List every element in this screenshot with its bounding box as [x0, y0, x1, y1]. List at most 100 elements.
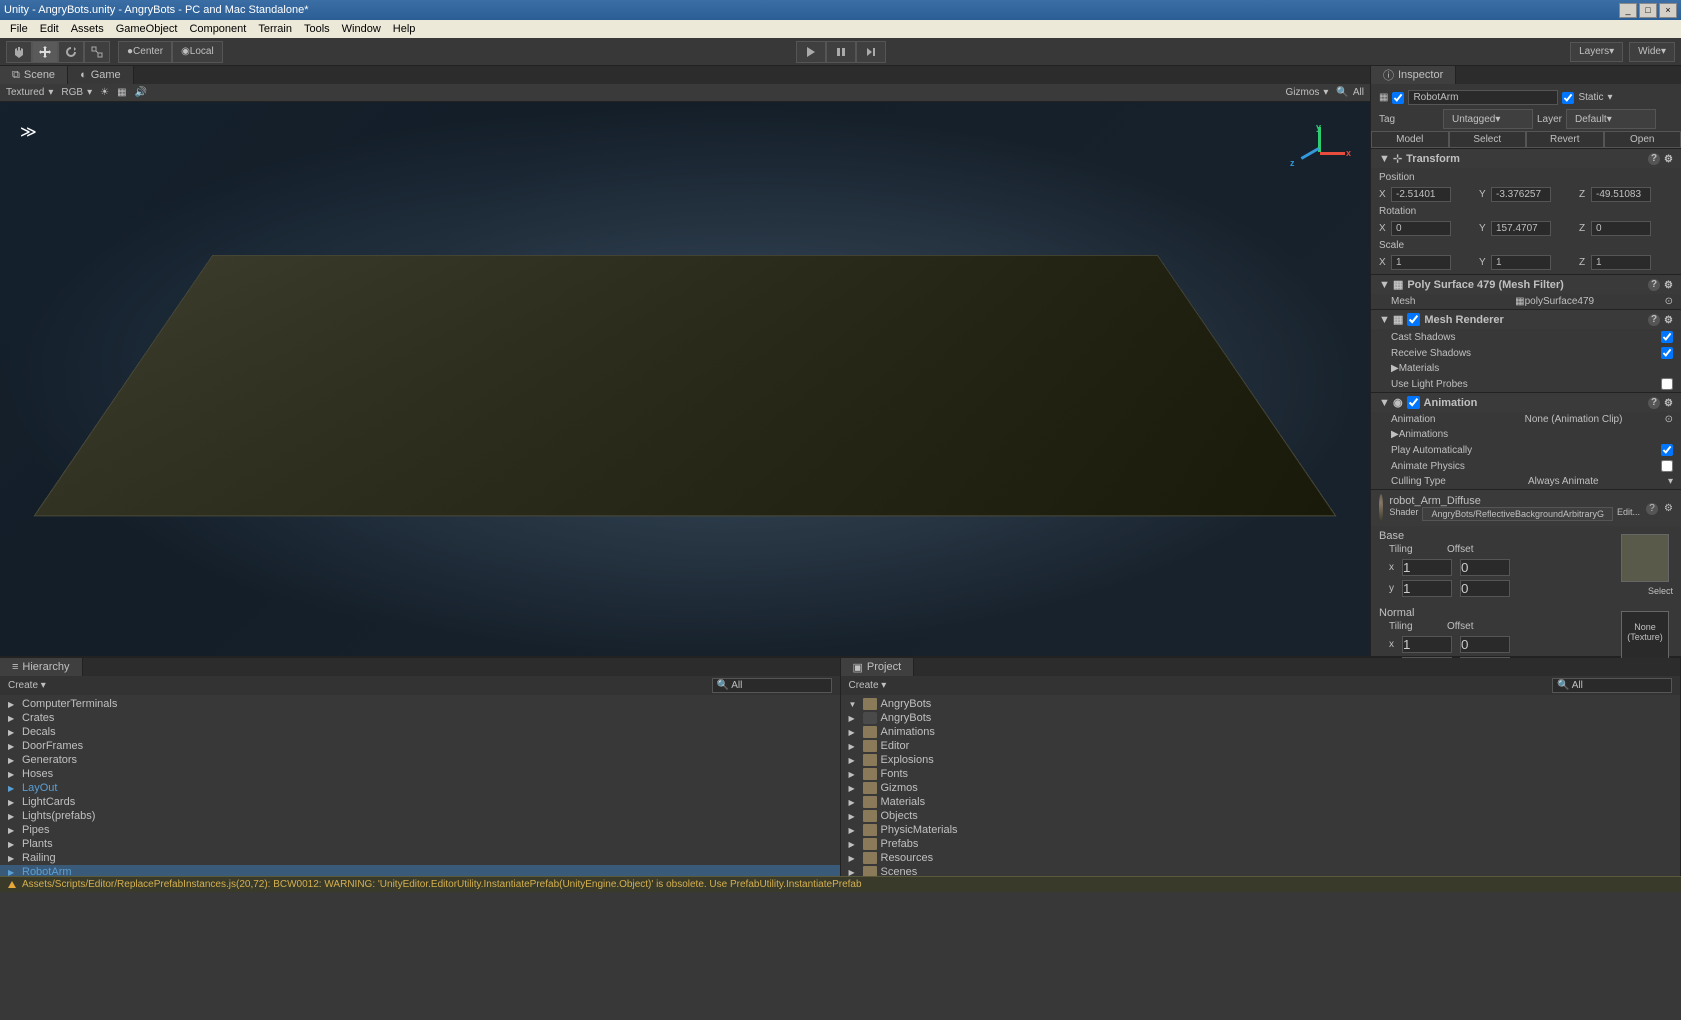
menu-edit[interactable]: Edit [34, 23, 65, 35]
edit-button[interactable]: Edit... [1617, 507, 1640, 521]
materials-label[interactable]: Materials [1399, 363, 1673, 374]
pivot-center-button[interactable]: ● Center [118, 41, 172, 63]
anim-value[interactable]: None (Animation Clip) [1525, 414, 1665, 425]
animation-enabled[interactable] [1407, 396, 1420, 409]
scl-x-field[interactable] [1391, 255, 1451, 270]
pos-x-field[interactable] [1391, 187, 1451, 202]
receive-shadows-checkbox[interactable] [1661, 347, 1673, 359]
play-auto-checkbox[interactable] [1661, 444, 1673, 456]
project-item[interactable]: ▶Gizmos [841, 781, 1681, 795]
normal-texture-slot[interactable]: None (Texture) [1621, 611, 1669, 659]
base-tile-x[interactable] [1402, 559, 1452, 576]
prefab-revert-button[interactable]: Revert [1526, 131, 1604, 148]
cast-shadows-checkbox[interactable] [1661, 331, 1673, 343]
scale-tool-button[interactable] [84, 41, 110, 63]
tab-hierarchy[interactable]: ≡ Hierarchy [0, 658, 83, 676]
menu-help[interactable]: Help [387, 23, 422, 35]
base-texture-slot[interactable] [1621, 534, 1669, 582]
project-item[interactable]: ▼AngryBots [841, 697, 1681, 711]
project-item[interactable]: ▶AngryBots [841, 711, 1681, 725]
pause-button[interactable] [826, 41, 856, 63]
hierarchy-item[interactable]: ▶Decals [0, 725, 840, 739]
layers-dropdown[interactable]: Layers ▾ [1570, 42, 1623, 62]
hierarchy-item[interactable]: ▶Plants [0, 837, 840, 851]
hierarchy-search[interactable]: 🔍 All [712, 678, 832, 693]
tab-game[interactable]: ◐ Game [68, 66, 134, 84]
help-icon[interactable] [1646, 502, 1658, 515]
scl-y-field[interactable] [1491, 255, 1551, 270]
gameobject-name-field[interactable] [1408, 90, 1558, 105]
minimize-button[interactable]: _ [1619, 3, 1637, 18]
base-off-x[interactable] [1460, 559, 1510, 576]
move-tool-button[interactable] [32, 41, 58, 63]
hand-tool-button[interactable] [6, 41, 32, 63]
project-create-button[interactable]: Create ▾ [849, 680, 887, 691]
project-item[interactable]: ▶Explosions [841, 753, 1681, 767]
scl-z-field[interactable] [1591, 255, 1651, 270]
normal-off-x[interactable] [1460, 636, 1510, 653]
menu-assets[interactable]: Assets [65, 23, 110, 35]
culling-dropdown[interactable]: Always Animate [1528, 476, 1668, 487]
help-icon[interactable] [1648, 396, 1660, 409]
hierarchy-item[interactable]: ▶Lights(prefabs) [0, 809, 840, 823]
rot-y-field[interactable] [1491, 221, 1551, 236]
tab-scene[interactable]: ⧉ Scene [0, 66, 68, 84]
tag-dropdown[interactable]: Untagged ▾ [1443, 109, 1533, 129]
light-probes-checkbox[interactable] [1661, 378, 1673, 390]
pos-y-field[interactable] [1491, 187, 1551, 202]
animate-physics-checkbox[interactable] [1661, 460, 1673, 472]
gear-icon[interactable] [1664, 153, 1673, 165]
pos-z-field[interactable] [1591, 187, 1651, 202]
rot-x-field[interactable] [1391, 221, 1451, 236]
gizmos-dropdown[interactable]: Gizmos ▾ [1285, 87, 1328, 98]
static-checkbox[interactable] [1562, 92, 1574, 104]
project-item[interactable]: ▶Objects [841, 809, 1681, 823]
hierarchy-item[interactable]: ▶RobotArm [0, 865, 840, 876]
hierarchy-item[interactable]: ▶Railing [0, 851, 840, 865]
rotate-tool-button[interactable] [58, 41, 84, 63]
hierarchy-item[interactable]: ▶Hoses [0, 767, 840, 781]
prefab-open-button[interactable]: Open [1604, 131, 1681, 148]
menu-gameobject[interactable]: GameObject [110, 23, 184, 35]
gear-icon[interactable] [1664, 502, 1673, 514]
hierarchy-item[interactable]: ▶LightCards [0, 795, 840, 809]
prefab-select-button[interactable]: Select [1449, 131, 1527, 148]
scene-viewport[interactable]: ≫ y x z [0, 102, 1370, 656]
console-statusbar[interactable]: Assets/Scripts/Editor/ReplacePrefabInsta… [0, 876, 1681, 892]
rot-z-field[interactable] [1591, 221, 1651, 236]
menu-file[interactable]: File [4, 23, 34, 35]
mesh-picker-icon[interactable]: ▦ [1515, 296, 1524, 307]
scene-search[interactable]: 🔍 All [1336, 87, 1364, 98]
base-off-y[interactable] [1460, 580, 1510, 597]
hierarchy-item[interactable]: ▶Generators [0, 753, 840, 767]
project-search[interactable]: 🔍 All [1552, 678, 1672, 693]
hierarchy-item[interactable]: ▶ComputerTerminals [0, 697, 840, 711]
render-mode-dropdown[interactable]: RGB ▾ [61, 87, 92, 98]
scene-lighting-toggle[interactable]: ☀ [100, 87, 109, 98]
shading-dropdown[interactable]: Textured ▾ [6, 87, 53, 98]
mesh-value[interactable]: polySurface479 [1525, 296, 1665, 307]
hierarchy-item[interactable]: ▶DoorFrames [0, 739, 840, 753]
menu-tools[interactable]: Tools [298, 23, 336, 35]
layer-dropdown[interactable]: Default ▾ [1566, 109, 1656, 129]
close-button[interactable]: × [1659, 3, 1677, 18]
gameobject-active-checkbox[interactable] [1392, 92, 1404, 104]
scene-fx-toggle[interactable]: ▦ [117, 87, 126, 98]
project-item[interactable]: ▶Prefabs [841, 837, 1681, 851]
hierarchy-item[interactable]: ▶Crates [0, 711, 840, 725]
animations-label[interactable]: Animations [1399, 429, 1673, 440]
menu-component[interactable]: Component [183, 23, 252, 35]
tab-project[interactable]: ▣ Project [841, 658, 915, 676]
gear-icon[interactable] [1664, 279, 1673, 291]
hierarchy-item[interactable]: ▶LayOut [0, 781, 840, 795]
help-icon[interactable] [1648, 152, 1660, 165]
help-icon[interactable] [1648, 313, 1660, 326]
shader-dropdown[interactable]: AngryBots/ReflectiveBackgroundArbitraryG [1422, 507, 1613, 521]
menu-terrain[interactable]: Terrain [252, 23, 298, 35]
tab-inspector[interactable]: ⓘ Inspector [1371, 66, 1456, 84]
hierarchy-create-button[interactable]: Create ▾ [8, 680, 46, 691]
project-item[interactable]: ▶PhysicMaterials [841, 823, 1681, 837]
project-item[interactable]: ▶Materials [841, 795, 1681, 809]
layout-dropdown[interactable]: Wide ▾ [1629, 42, 1675, 62]
project-item[interactable]: ▶Animations [841, 725, 1681, 739]
